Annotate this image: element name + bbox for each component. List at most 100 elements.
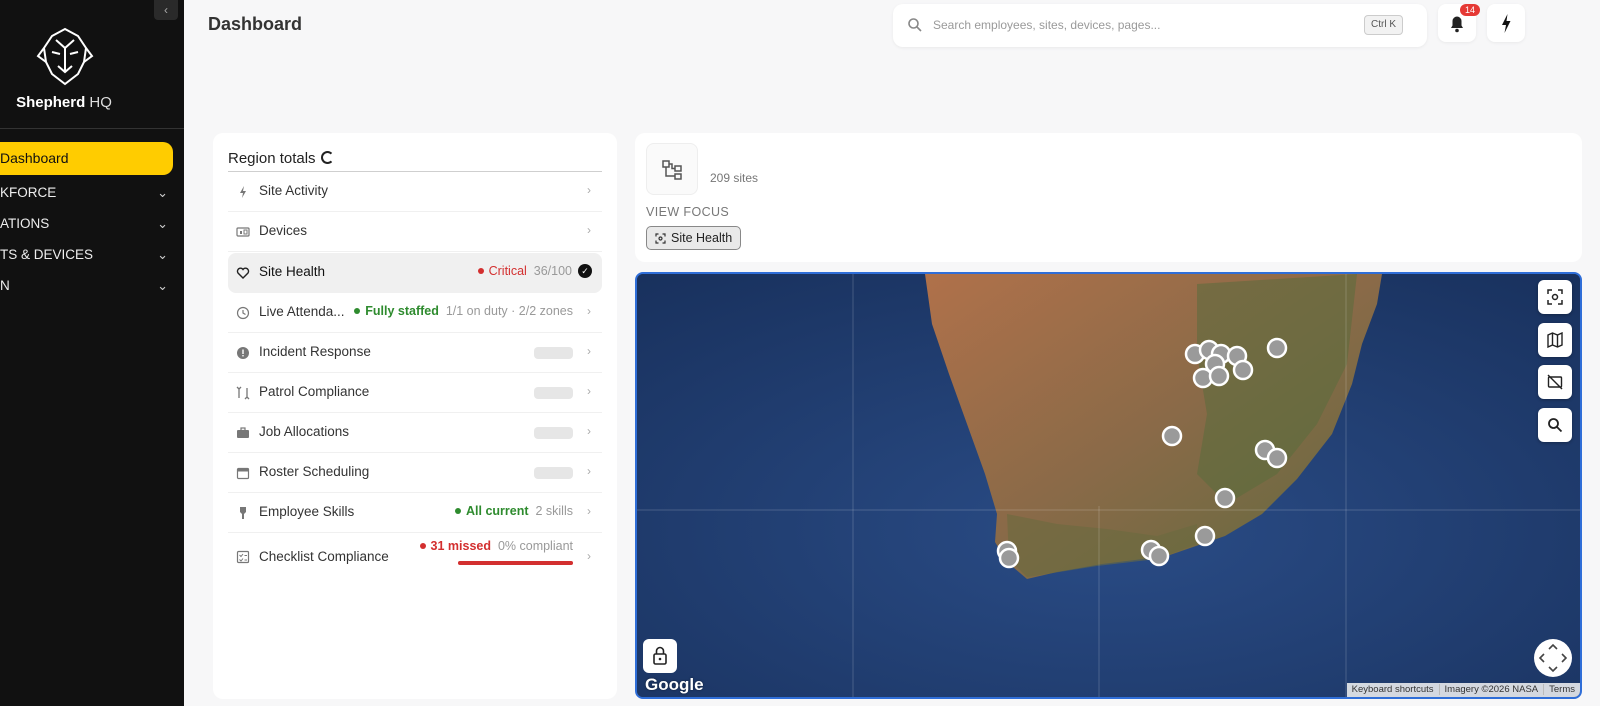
compliance-progress-bar	[458, 561, 573, 565]
skills-icon	[240, 507, 246, 519]
chevron-down-icon: ⌄	[157, 247, 168, 262]
site-marker[interactable]	[1148, 545, 1170, 567]
site-marker[interactable]	[1266, 447, 1288, 469]
site-marker[interactable]	[1214, 487, 1236, 509]
region-totals-panel: Region totals Site Activity › Devices › …	[213, 133, 617, 699]
sidebar-item-label: KFORCE	[0, 185, 57, 200]
region-row-job-allocations[interactable]: Job Allocations ›	[228, 413, 602, 453]
map-lock-button[interactable]	[643, 639, 677, 673]
sidebar: ‹ Shepherd HQ Dashboard KFORCE ⌄ ATIONS ⌄ …	[0, 0, 184, 706]
map-hide-labels-button[interactable]	[1538, 365, 1572, 399]
search-icon	[908, 18, 922, 32]
chevron-right-icon: ›	[587, 464, 591, 478]
terms-link[interactable]: Terms	[1543, 684, 1580, 695]
satellite-map-imagery	[637, 274, 1580, 697]
status-detail: 1/1 on duty · 2/2 zones	[445, 304, 573, 318]
clock-icon	[236, 306, 250, 320]
row-label: Site Activity	[259, 183, 329, 198]
region-row-employee-skills[interactable]: Employee Skills All current 2 skills ›	[228, 493, 602, 533]
loading-placeholder	[534, 467, 573, 479]
region-row-devices[interactable]: Devices ›	[228, 212, 602, 252]
loading-placeholder	[534, 427, 573, 439]
map-pan-control[interactable]	[1534, 639, 1572, 677]
status-text: Critical	[488, 264, 527, 278]
hierarchy-button[interactable]	[646, 143, 698, 195]
site-marker[interactable]	[1266, 337, 1288, 359]
row-label: Patrol Compliance	[259, 384, 370, 399]
eye-off-icon	[1547, 374, 1563, 390]
map-search-button[interactable]	[1538, 408, 1572, 442]
region-row-checklist-compliance[interactable]: Checklist Compliance 31 missed 0% compli…	[228, 533, 602, 583]
site-marker[interactable]	[1208, 365, 1230, 387]
row-label: Checklist Compliance	[259, 549, 389, 564]
region-row-live-attendance[interactable]: Live Attenda... Fully staffed 1/1 on dut…	[228, 293, 602, 333]
status-detail: 2 skills	[535, 504, 573, 518]
row-status: Critical 36/100 ✓	[477, 263, 592, 279]
row-label: Incident Response	[259, 344, 371, 359]
map-fit-bounds-button[interactable]	[1538, 280, 1572, 314]
collapse-sidebar-button[interactable]: ‹	[154, 0, 178, 20]
sites-count: 209 sites	[710, 171, 759, 185]
sidebar-item-operations[interactable]: ATIONS ⌄	[0, 211, 174, 237]
calendar-icon	[236, 467, 250, 480]
chevron-right-icon: ›	[587, 384, 591, 398]
sidebar-item-sites-devices[interactable]: TS & DEVICES ⌄	[0, 242, 174, 268]
hierarchy-icon	[662, 160, 682, 180]
site-marker[interactable]	[1161, 425, 1183, 447]
status-text: Fully staffed	[365, 304, 439, 318]
search-input[interactable]: Search employees, sites, devices, pages.…	[933, 18, 1160, 32]
region-row-site-health[interactable]: Site Health Critical 36/100 ✓	[228, 253, 602, 293]
bolt-icon	[240, 186, 246, 198]
page-title: Dashboard	[208, 14, 303, 34]
loading-spinner-icon	[321, 151, 334, 164]
map-type-button[interactable]	[1538, 323, 1572, 357]
site-marker[interactable]	[998, 547, 1020, 569]
chevron-right-icon: ›	[587, 504, 591, 518]
fit-bounds-icon	[1547, 289, 1563, 305]
devices-icon	[236, 227, 250, 237]
region-row-site-activity[interactable]: Site Activity ›	[228, 172, 602, 212]
region-row-roster-scheduling[interactable]: Roster Scheduling ›	[228, 453, 602, 493]
sidebar-item-label: N	[0, 278, 10, 293]
sidebar-item-label: ATIONS	[0, 216, 50, 231]
notification-count-badge: 14	[1460, 4, 1481, 16]
chevron-right-icon: ›	[587, 344, 591, 358]
search-bar[interactable]: Search employees, sites, devices, pages.…	[893, 4, 1427, 47]
row-label: Devices	[259, 223, 308, 238]
sidebar-divider	[0, 128, 184, 129]
notifications-button[interactable]: 14	[1438, 4, 1481, 42]
status-detail: 36/100	[533, 264, 572, 278]
row-label: Live Attenda...	[259, 304, 345, 319]
row-status: 31 missed 0% compliant	[419, 539, 573, 553]
map-icon	[1547, 332, 1563, 348]
chevron-right-icon: ›	[587, 183, 591, 197]
focus-icon	[655, 233, 666, 244]
sidebar-item-workforce[interactable]: KFORCE ⌄	[0, 180, 174, 206]
row-label: Employee Skills	[259, 504, 355, 519]
map-attribution: Keyboard shortcuts Imagery ©2026 NASA Term…	[1346, 683, 1580, 697]
sidebar-item-label: TS & DEVICES	[0, 247, 94, 262]
status-detail: 0% compliant	[497, 539, 573, 553]
site-marker[interactable]	[1232, 359, 1254, 381]
lightning-icon	[1502, 14, 1511, 33]
google-logo: Google	[645, 675, 704, 694]
keyboard-shortcuts-link[interactable]: Keyboard shortcuts	[1347, 684, 1439, 695]
sites-map[interactable]: Google Keyboard shortcuts Imagery ©2026 N…	[635, 272, 1582, 699]
sidebar-item-dashboard[interactable]: Dashboard	[0, 142, 173, 175]
alert-icon	[237, 347, 249, 359]
region-row-incident-response[interactable]: Incident Response ›	[228, 333, 602, 373]
focus-chip-site-health[interactable]: Site Health	[646, 226, 742, 250]
row-label: Job Allocations	[259, 424, 350, 439]
checklist-icon	[236, 550, 250, 564]
patrol-icon	[236, 386, 250, 400]
quick-actions-button[interactable]	[1487, 4, 1525, 42]
briefcase-icon	[237, 427, 249, 438]
chevron-right-icon: ›	[587, 223, 591, 237]
sidebar-item-admin[interactable]: N ⌄	[0, 273, 174, 299]
region-row-patrol-compliance[interactable]: Patrol Compliance ›	[228, 373, 602, 413]
chevron-down-icon: ⌄	[157, 278, 168, 293]
imagery-credit: Imagery ©2026 NASA	[1438, 684, 1544, 695]
status-text: 31 missed	[430, 539, 491, 553]
brand-rest: HQ	[89, 94, 112, 111]
site-marker[interactable]	[1194, 525, 1216, 547]
